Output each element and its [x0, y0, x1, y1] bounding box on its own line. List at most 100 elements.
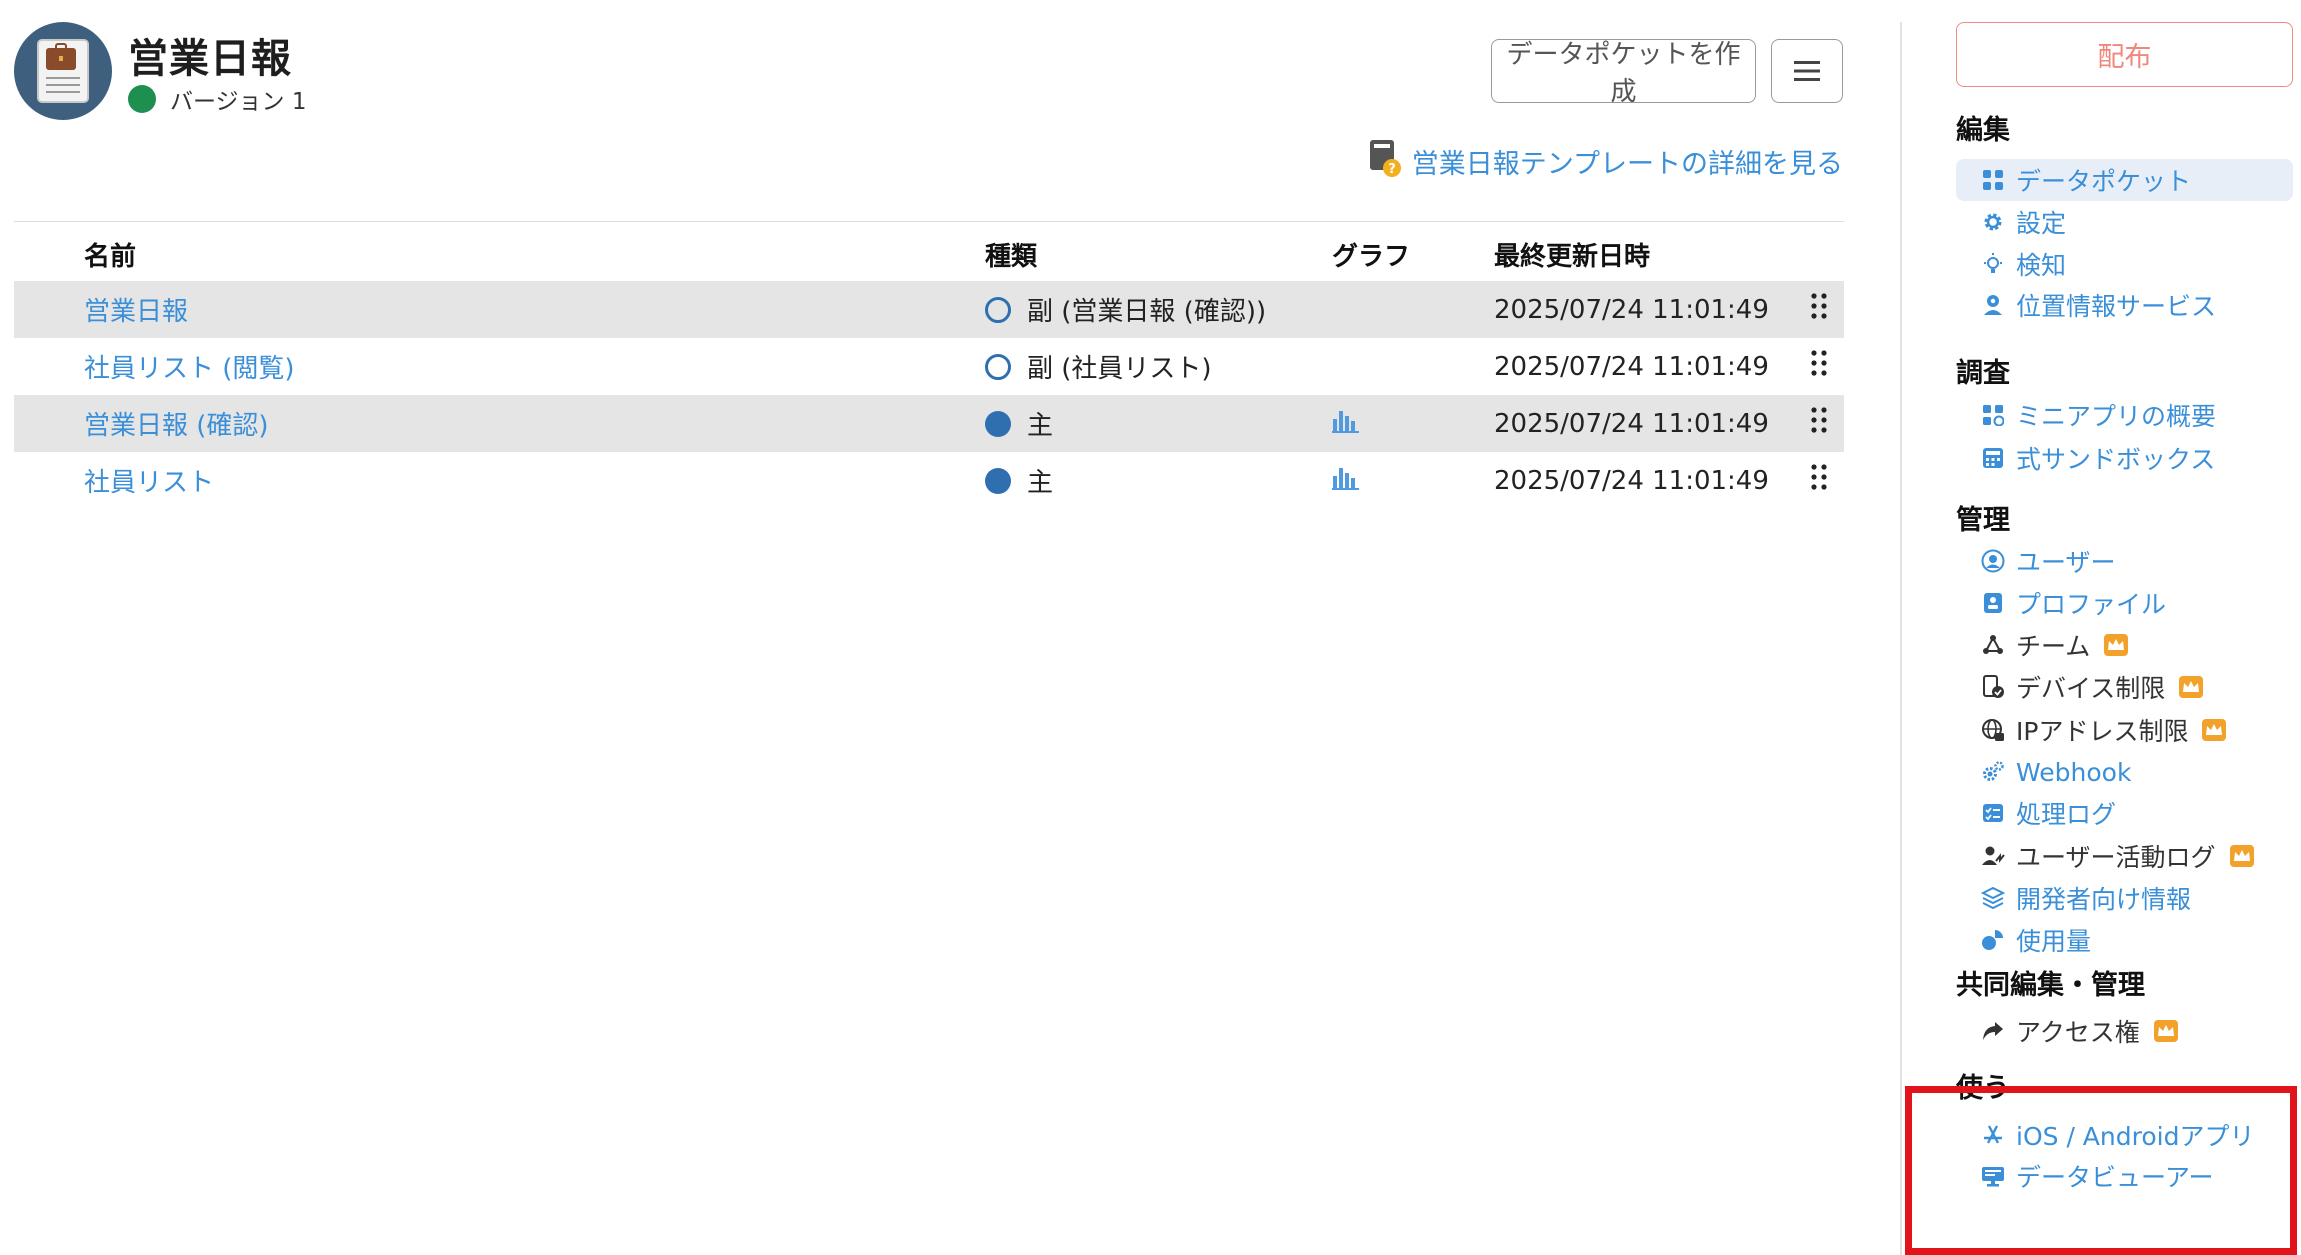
row-name-link[interactable]: 営業日報 (確認) — [84, 395, 269, 452]
table-row[interactable]: 社員リスト 主 2025/07/24 11:01:49 — [14, 452, 1844, 509]
row-type-label: 主 — [1027, 468, 1054, 498]
sidebar-item-label: チーム — [2016, 632, 2091, 661]
sub-type-icon — [985, 296, 1011, 323]
sidebar-item[interactable]: 使用量 — [1956, 919, 2293, 961]
row-type-label: 主 — [1027, 411, 1054, 441]
sidebar-item-label: ミニアプリの概要 — [2016, 402, 2217, 431]
column-type: 種類 — [985, 242, 1038, 272]
daily-report-icon — [37, 39, 89, 103]
sidebar-item-label: ユーザー活動ログ — [2016, 843, 2216, 872]
sidebar-item[interactable]: 位置情報サービス — [1956, 284, 2293, 326]
row-graph[interactable] — [1332, 395, 1360, 452]
device-check-icon — [1980, 674, 2006, 700]
row-type-label: 副 (社員リスト) — [1027, 354, 1212, 384]
sidebar-item-label: 設定 — [2016, 209, 2067, 238]
table-header: 名前 種類 グラフ 最終更新日時 — [14, 221, 1844, 281]
team-icon — [1980, 632, 2006, 658]
sidebar-item[interactable]: ユーザー — [1956, 540, 2293, 582]
row-type-label: 副 (営業日報 (確認)) — [1027, 297, 1267, 327]
hamburger-icon — [1794, 61, 1820, 81]
bar-chart-icon[interactable] — [1332, 407, 1360, 440]
sidebar-item[interactable]: アクセス権 — [1956, 1010, 2293, 1052]
usage-chart-icon — [1980, 927, 2006, 953]
sidebar-item[interactable]: ミニアプリの概要 — [1956, 394, 2293, 436]
crown-icon — [2104, 634, 2129, 656]
sidebar-item[interactable]: 処理ログ — [1956, 792, 2293, 834]
sidebar-item-label: 検知 — [2016, 251, 2067, 280]
drag-dots-icon — [1811, 293, 1827, 326]
distribute-button[interactable]: 配布 — [1956, 22, 2293, 87]
sidebar-item[interactable]: 検知 — [1956, 243, 2293, 285]
sidebar-section-title: 調査 — [1956, 358, 2010, 389]
sidebar-item-label: デバイス制限 — [2016, 674, 2166, 703]
sidebar-item-label: アクセス権 — [2016, 1018, 2140, 1047]
calculator-icon — [1980, 445, 2006, 471]
sidebar-item[interactable]: Webhook — [1956, 751, 2293, 793]
sidebar-item-label: 位置情報サービス — [2016, 292, 2217, 321]
row-more-button[interactable] — [1804, 395, 1834, 452]
crown-icon — [2153, 1020, 2178, 1042]
version-indicator: バージョン 1 — [128, 82, 306, 116]
template-details-link[interactable]: ? 営業日報テンプレートの詳細を見る — [1368, 138, 1843, 185]
table-row[interactable]: 営業日報 (確認) 主 2025/07/24 11:01:49 — [14, 395, 1844, 452]
sidebar-item[interactable]: 式サンドボックス — [1956, 437, 2293, 479]
user-activity-icon — [1980, 843, 2006, 869]
sidebar-item[interactable]: データポケット — [1956, 159, 2293, 201]
column-name: 名前 — [84, 242, 137, 272]
status-dot-icon — [128, 85, 156, 113]
table-row[interactable]: 営業日報 副 (営業日報 (確認)) 2025/07/24 11:01:49 — [14, 281, 1844, 338]
grid-icon — [1980, 167, 2006, 193]
row-name-link[interactable]: 社員リスト — [84, 452, 214, 509]
row-more-button[interactable] — [1804, 452, 1834, 509]
bar-chart-icon[interactable] — [1332, 464, 1360, 497]
table-row[interactable]: 社員リスト (閲覧) 副 (社員リスト) 2025/07/24 11:01:49 — [14, 338, 1844, 395]
sidebar-item-label: 開発者向け情報 — [2016, 885, 2192, 914]
sidebar-item[interactable]: プロファイル — [1956, 582, 2293, 624]
row-name-link[interactable]: 社員リスト (閲覧) — [84, 338, 295, 395]
sidebar-item-label: プロファイル — [2016, 590, 2167, 619]
sidebar-item[interactable]: 設定 — [1956, 201, 2293, 243]
create-data-pocket-button[interactable]: データポケットを作成 — [1491, 39, 1756, 107]
gears-icon — [1980, 759, 2006, 785]
sidebar-item-label: 処理ログ — [2016, 800, 2117, 829]
menu-button[interactable] — [1771, 39, 1843, 103]
main-type-icon — [985, 410, 1011, 437]
sidebar-section-title: 編集 — [1956, 115, 2010, 146]
crown-icon — [2179, 676, 2204, 698]
row-updated: 2025/07/24 11:01:49 — [1494, 465, 1769, 496]
row-name-link[interactable]: 営業日報 — [84, 281, 188, 338]
row-updated: 2025/07/24 11:01:49 — [1494, 294, 1769, 325]
sidebar-item[interactable]: デバイス制限 — [1956, 666, 2293, 708]
column-graph: グラフ — [1332, 242, 1411, 272]
row-more-button[interactable] — [1804, 281, 1834, 338]
row-graph[interactable] — [1332, 452, 1360, 509]
sidebar-item[interactable]: ユーザー活動ログ — [1956, 835, 2293, 877]
sidebar-item[interactable]: チーム — [1956, 624, 2293, 666]
row-type: 副 (営業日報 (確認)) — [985, 281, 1266, 338]
gear-icon — [1980, 209, 2006, 235]
profile-card-icon — [1980, 590, 2006, 616]
column-updated: 最終更新日時 — [1494, 242, 1651, 272]
sidebar-section-title: 共同編集・管理 — [1956, 970, 2145, 1001]
sidebar-item-label: IPアドレス制限 — [2016, 717, 2189, 746]
template-book-icon: ? — [1368, 138, 1402, 185]
row-type: 副 (社員リスト) — [985, 338, 1212, 395]
highlight-box — [1905, 1086, 2297, 1255]
sidebar-item-label: データポケット — [2016, 167, 2192, 196]
sidebar-item-label: 使用量 — [2016, 927, 2092, 956]
crown-icon — [2202, 719, 2227, 741]
template-link-label: 営業日報テンプレートの詳細を見る — [1411, 149, 1843, 180]
layers-icon — [1980, 885, 2006, 911]
drag-dots-icon — [1811, 464, 1827, 497]
version-label: バージョン 1 — [170, 89, 307, 115]
row-type: 主 — [985, 452, 1053, 509]
checklist-icon — [1980, 800, 2006, 826]
sidebar-item[interactable]: IPアドレス制限 — [1956, 709, 2293, 751]
row-type: 主 — [985, 395, 1053, 452]
sidebar-item[interactable]: 開発者向け情報 — [1956, 877, 2293, 919]
svg-text:?: ? — [1388, 162, 1396, 177]
sidebar-divider — [1900, 22, 1902, 1255]
data-pocket-table: 名前 種類 グラフ 最終更新日時 営業日報 副 (営業日報 (確認)) 2025/0… — [14, 221, 1844, 509]
main-type-icon — [985, 467, 1011, 494]
row-more-button[interactable] — [1804, 338, 1834, 395]
